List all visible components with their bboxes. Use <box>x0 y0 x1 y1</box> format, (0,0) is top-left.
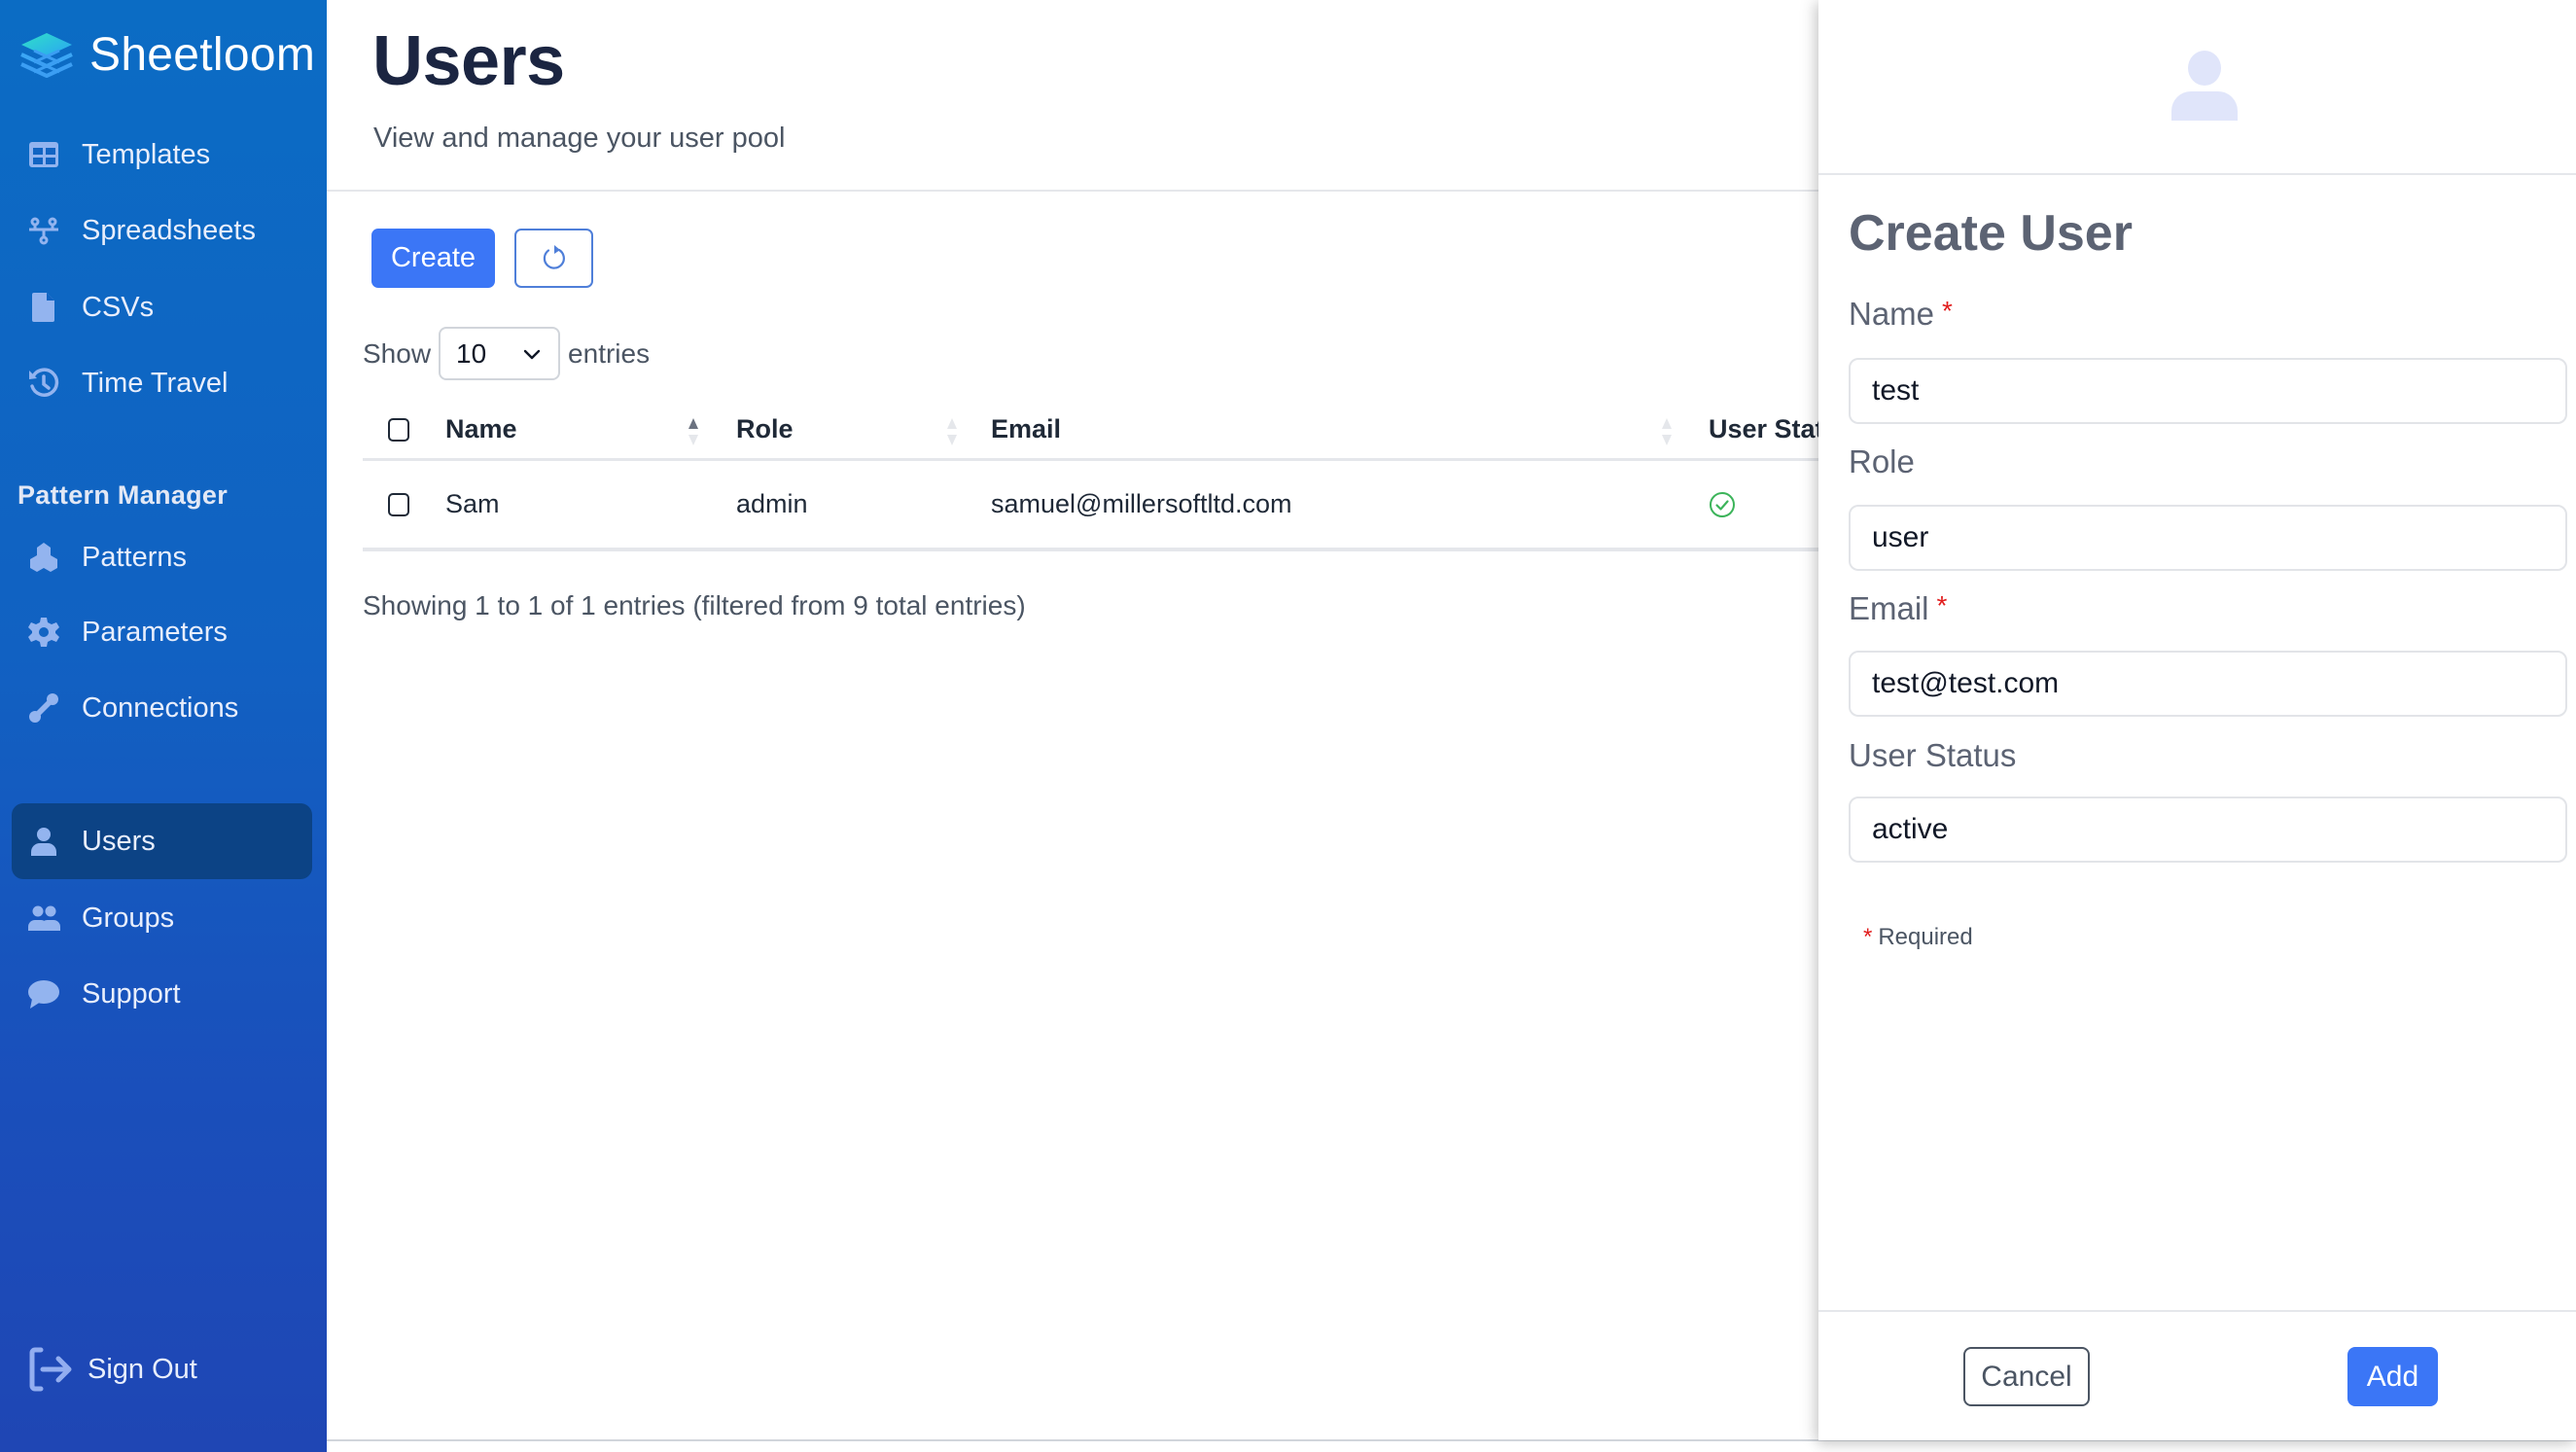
name-label: Name * <box>1849 296 1953 333</box>
required-note: * Required <box>1863 924 1973 951</box>
chat-bubble-icon <box>25 975 62 1012</box>
name-field[interactable] <box>1849 358 2567 424</box>
entries-label: entries <box>568 337 651 369</box>
cubes-icon <box>25 539 62 576</box>
table-summary: Showing 1 to 1 of 1 entries (filtered fr… <box>363 590 1026 620</box>
email-label: Email * <box>1849 590 1947 627</box>
table-header: Name Role Email User Status <box>363 401 1854 461</box>
sidebar-item-parameters[interactable]: Parameters <box>12 598 312 666</box>
required-asterisk: * <box>1936 590 1948 620</box>
column-header-name[interactable]: Name <box>445 401 517 458</box>
layered-grid-logo-icon <box>20 33 73 78</box>
sidebar-item-label: Connections <box>82 691 239 724</box>
sidebar-item-spreadsheets[interactable]: Spreadsheets <box>12 196 312 265</box>
sidebar-item-users[interactable]: Users <box>12 803 312 879</box>
row-checkbox[interactable] <box>388 492 409 516</box>
create-user-panel: Create User Name* Role Email* User Statu… <box>1818 0 2576 1440</box>
sidebar-item-csvs[interactable]: CSVs <box>12 273 312 341</box>
table-row[interactable]: Sam admin samuel@millersoftltd.com <box>363 461 1818 551</box>
panel-footer-divider <box>1818 1310 2576 1312</box>
show-label: Show <box>363 337 432 369</box>
sidebar-item-label: Patterns <box>82 541 187 573</box>
role-label: Role <box>1849 443 1915 479</box>
page-size-select[interactable]: 10 <box>439 327 561 380</box>
sort-icon[interactable] <box>1660 416 1674 447</box>
sidebar: Sheetloom Templates Spreadsheets CSVs Ti… <box>0 0 327 1452</box>
history-icon <box>25 365 62 402</box>
sidebar-item-groups[interactable]: Groups <box>12 884 312 952</box>
app-name: Sheetloom <box>89 28 316 81</box>
page-size-control: Show 10 entries <box>363 327 650 380</box>
sign-out-label: Sign Out <box>88 1353 197 1385</box>
role-field[interactable] <box>1849 505 2567 571</box>
refresh-button[interactable] <box>514 229 593 288</box>
sidebar-item-label: Parameters <box>82 616 228 648</box>
user-status-field[interactable] <box>1849 797 2567 863</box>
email-label-text: Email <box>1849 590 1929 626</box>
sign-out-button[interactable]: Sign Out <box>25 1344 197 1395</box>
check-circle-icon <box>1710 491 1735 517</box>
sort-ascending-icon[interactable] <box>687 416 700 447</box>
required-note-text: Required <box>1878 924 1973 950</box>
column-header-email[interactable]: Email <box>991 401 1061 458</box>
required-asterisk: * <box>1863 924 1873 950</box>
cell-role: admin <box>736 489 808 518</box>
refresh-icon <box>543 244 565 269</box>
sidebar-item-label: Support <box>82 977 181 1009</box>
table-grid-icon <box>25 136 62 173</box>
app-logo[interactable]: Sheetloom <box>16 25 315 84</box>
user-status-label: User Status <box>1849 737 2017 773</box>
row-checkbox-cell <box>388 461 409 548</box>
users-group-icon <box>25 900 62 937</box>
user-avatar-icon <box>2171 51 2238 121</box>
sort-icon[interactable] <box>945 416 959 447</box>
add-button[interactable]: Add <box>2347 1347 2438 1406</box>
users-table: Name Role Email User Status Sam admin sa… <box>363 401 1854 551</box>
page-size-value: 10 <box>456 337 487 369</box>
sidebar-item-label: Users <box>82 825 156 857</box>
sidebar-item-label: Time Travel <box>82 367 229 399</box>
cell-user-status <box>1709 461 1736 548</box>
sidebar-item-patterns[interactable]: Patterns <box>12 523 312 591</box>
file-icon <box>25 289 62 326</box>
sidebar-item-label: Spreadsheets <box>82 214 256 246</box>
sidebar-item-templates[interactable]: Templates <box>12 121 312 189</box>
section-title-pattern-manager: Pattern Manager <box>18 480 229 510</box>
column-header-role[interactable]: Role <box>736 401 794 458</box>
name-label-text: Name <box>1849 296 1935 332</box>
required-asterisk: * <box>1942 296 1953 326</box>
network-nodes-icon <box>25 212 62 249</box>
link-icon <box>25 690 62 726</box>
sidebar-item-connections[interactable]: Connections <box>12 674 312 742</box>
gear-icon <box>25 614 62 651</box>
sidebar-item-label: CSVs <box>82 291 155 323</box>
cell-email: samuel@millersoftltd.com <box>991 489 1292 518</box>
panel-header-divider <box>1818 173 2576 175</box>
email-field[interactable] <box>1849 651 2567 717</box>
cancel-button[interactable]: Cancel <box>1963 1347 2090 1406</box>
chevron-down-icon <box>523 349 541 359</box>
select-all-checkbox[interactable] <box>388 417 409 442</box>
sidebar-item-time-travel[interactable]: Time Travel <box>12 349 312 417</box>
cell-name: Sam <box>445 489 500 518</box>
panel-title: Create User <box>1849 205 2133 262</box>
page-title: Users <box>372 22 565 100</box>
page-subtitle: View and manage your user pool <box>373 123 786 154</box>
select-all-checkbox-cell <box>388 401 409 458</box>
user-icon <box>25 823 62 860</box>
sidebar-item-support[interactable]: Support <box>12 960 312 1028</box>
sign-out-icon <box>29 1347 72 1392</box>
sidebar-item-label: Templates <box>82 138 211 170</box>
create-button[interactable]: Create <box>371 229 495 288</box>
sidebar-item-label: Groups <box>82 902 175 934</box>
